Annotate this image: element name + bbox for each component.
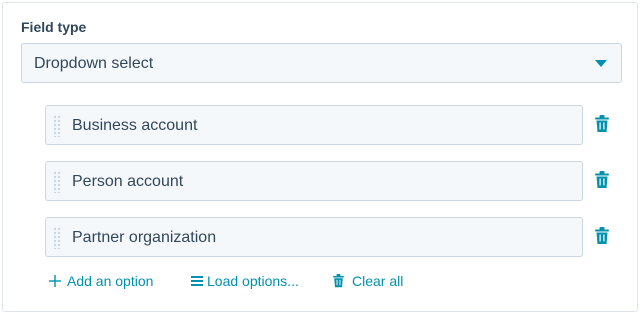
trash-icon[interactable] xyxy=(595,227,613,247)
option-row: Partner organization xyxy=(45,217,627,257)
option-row: Person account xyxy=(45,161,627,201)
option-label: Business account xyxy=(72,117,198,134)
load-options-label: Load options... xyxy=(207,273,299,289)
option-row: Business account xyxy=(45,105,627,145)
clear-all-label: Clear all xyxy=(352,273,404,289)
plus-icon xyxy=(49,275,61,287)
field-type-dropdown[interactable]: Dropdown select xyxy=(21,43,622,83)
drag-handle-icon[interactable] xyxy=(53,227,61,249)
clear-all-button[interactable]: Clear all xyxy=(333,273,403,289)
trash-icon xyxy=(333,274,344,288)
option-input[interactable]: Partner organization xyxy=(45,217,583,257)
caret-down-icon xyxy=(595,60,607,67)
add-option-button[interactable]: Add an option xyxy=(49,273,153,289)
field-type-label: Field type xyxy=(21,19,87,35)
list-icon xyxy=(191,276,203,286)
drag-handle-icon[interactable] xyxy=(53,171,61,193)
load-options-button[interactable]: Load options... xyxy=(191,273,299,289)
option-label: Person account xyxy=(72,173,184,190)
add-option-label: Add an option xyxy=(67,273,154,289)
trash-icon[interactable] xyxy=(595,171,613,191)
option-input[interactable]: Business account xyxy=(45,105,583,145)
field-type-selected-value: Dropdown select xyxy=(34,55,154,72)
field-type-panel: Field type Dropdown select Business acco… xyxy=(2,2,638,312)
drag-handle-icon[interactable] xyxy=(53,115,61,137)
trash-icon[interactable] xyxy=(595,115,613,135)
option-label: Partner organization xyxy=(72,229,217,246)
option-input[interactable]: Person account xyxy=(45,161,583,201)
